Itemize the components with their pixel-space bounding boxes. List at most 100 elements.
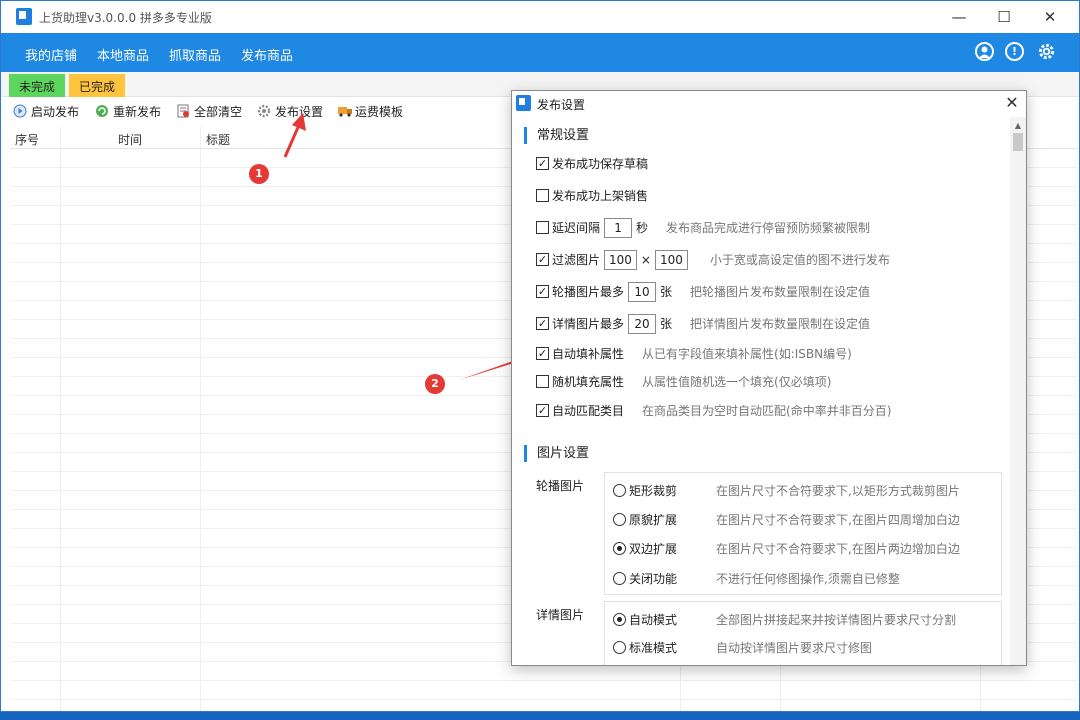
radio-rect-crop[interactable]: 矩形裁剪 在图片尺寸不合符要求下,以矩形方式裁剪图片 — [613, 481, 960, 501]
disable-hint: 不进行任何修图操作,须需自已修整 — [716, 572, 900, 586]
radio-standard-mode[interactable]: 标准模式 自动按详情图片要求尺寸修图 — [613, 638, 872, 658]
original-expand-radio[interactable] — [613, 513, 626, 526]
dialog-close-button[interactable]: ✕ — [1002, 93, 1022, 113]
carousel-max-input[interactable]: 10 — [628, 282, 657, 302]
carousel-max-unit: 张 — [660, 285, 673, 299]
list-sale-checkbox[interactable] — [536, 189, 549, 202]
col-title[interactable]: 标题 — [206, 131, 230, 148]
filter-height-input[interactable]: 100 — [654, 250, 688, 270]
start-publish-button[interactable]: 启动发布 — [13, 103, 79, 120]
col-time[interactable]: 时间 — [118, 131, 142, 148]
disable-label: 关闭功能 — [629, 572, 678, 586]
carousel-max-checkbox[interactable] — [536, 285, 549, 298]
main-window: 上货助理v3.0.0.0 拼多多专业版 — ☐ ✕ 我的店铺 本地商品 抓取商品… — [0, 0, 1080, 712]
rect-crop-radio[interactable] — [613, 484, 626, 497]
auto-mode-hint: 全部图片拼接起来并按详情图片要求尺寸分割 — [716, 613, 957, 627]
start-publish-label: 启动发布 — [31, 105, 80, 119]
minimize-button[interactable]: — — [936, 5, 982, 29]
opt-carousel-max[interactable]: 轮播图片最多10张 把轮播图片发布数量限制在设定值 — [536, 282, 870, 302]
delay-label: 延迟间隔 — [552, 221, 601, 235]
detail-max-input[interactable]: 20 — [628, 314, 657, 334]
publish-settings-label: 发布设置 — [275, 105, 324, 119]
shipping-template-button[interactable]: 运费模板 — [337, 103, 403, 120]
info-icon[interactable]: ! — [1005, 42, 1024, 61]
opt-filter[interactable]: 过滤图片100×100小于宽或高设定值的图不进行发布 — [536, 250, 890, 270]
opt-auto-category[interactable]: 自动匹配类目 在商品类目为空时自动匹配(命中率并非百分百) — [536, 401, 891, 421]
app-logo-icon — [16, 8, 32, 25]
user-icon[interactable] — [975, 42, 994, 61]
play-icon — [13, 104, 27, 118]
opt-auto-fill[interactable]: 自动填补属性 从已有字段值来填补属性(如:ISBN编号) — [536, 344, 852, 364]
menu-bar: 我的店铺 本地商品 抓取商品 发布商品 ! — [1, 33, 1079, 72]
save-draft-checkbox[interactable] — [536, 157, 549, 170]
tab-unfinished[interactable]: 未完成 — [9, 74, 66, 97]
section-image: 图片设置 — [524, 445, 589, 462]
carousel-radio-group: 矩形裁剪 在图片尺寸不合符要求下,以矩形方式裁剪图片 原貌扩展 在图片尺寸不合符要求… — [604, 472, 1002, 595]
filter-width-input[interactable]: 100 — [604, 250, 637, 270]
delay-checkbox[interactable] — [536, 221, 549, 234]
radio-double-expand[interactable]: 双边扩展 在图片尺寸不合符要求下,在图片两边增加白边 — [613, 539, 960, 559]
opt-delay[interactable]: 延迟间隔 1 秒 发布商品完成进行停留预防频繁被限制 — [536, 218, 870, 238]
menu-publish-products[interactable]: 发布商品 — [241, 45, 293, 64]
list-sale-label: 发布成功上架销售 — [552, 189, 649, 203]
dialog-app-icon — [516, 95, 531, 111]
scroll-thumb[interactable] — [1013, 133, 1023, 151]
auto-category-checkbox[interactable] — [536, 404, 549, 417]
delay-input[interactable]: 1 — [604, 218, 633, 238]
filter-hint: 小于宽或高设定值的图不进行发布 — [709, 253, 890, 267]
random-fill-hint: 从属性值随机选一个填充(仅必填项) — [642, 375, 832, 389]
filter-checkbox[interactable] — [536, 253, 549, 266]
menu-local-products[interactable]: 本地商品 — [97, 45, 149, 64]
rect-crop-label: 矩形裁剪 — [629, 484, 678, 498]
radio-disable[interactable]: 关闭功能 不进行任何修图操作,须需自已修整 — [613, 569, 900, 589]
maximize-button[interactable]: ☐ — [981, 5, 1027, 29]
dialog-title-bar: 发布设置 ✕ — [512, 91, 1026, 116]
column-divider — [200, 127, 201, 711]
refresh-icon — [95, 104, 109, 118]
filter-times: × — [640, 253, 651, 267]
original-expand-hint: 在图片尺寸不合符要求下,在图片四周增加白边 — [716, 513, 960, 527]
menu-grab-products[interactable]: 抓取商品 — [169, 45, 221, 64]
detail-max-unit: 张 — [660, 317, 673, 331]
scroll-up-arrow-icon[interactable]: ▲ — [1010, 119, 1026, 133]
auto-mode-radio[interactable] — [613, 613, 626, 626]
clear-icon — [176, 104, 190, 118]
annotation-badge-2: 2 — [425, 374, 445, 394]
standard-mode-radio[interactable] — [613, 641, 626, 654]
original-expand-label: 原貌扩展 — [629, 513, 678, 527]
auto-category-hint: 在商品类目为空时自动匹配(命中率并非百分百) — [642, 404, 892, 418]
republish-button[interactable]: 重新发布 — [95, 103, 161, 120]
clear-all-label: 全部清空 — [194, 105, 243, 119]
clear-all-button[interactable]: 全部清空 — [176, 103, 242, 120]
radio-original-expand[interactable]: 原貌扩展 在图片尺寸不合符要求下,在图片四周增加白边 — [613, 510, 960, 530]
gear-icon[interactable] — [1037, 42, 1056, 61]
disable-radio[interactable] — [613, 572, 626, 585]
double-expand-radio[interactable] — [613, 542, 626, 555]
dialog-scrollbar[interactable]: ▲ ▼ — [1010, 117, 1026, 665]
opt-random-fill[interactable]: 随机填充属性 从属性值随机选一个填充(仅必填项) — [536, 372, 831, 392]
opt-list-sale[interactable]: 发布成功上架销售 — [536, 186, 648, 206]
carousel-max-label: 轮播图片最多 — [552, 285, 625, 299]
detail-radio-group: 自动模式 全部图片拼接起来并按详情图片要求尺寸分割 标准模式 自动按详情图片要求尺寸… — [604, 601, 1002, 665]
column-divider — [60, 127, 61, 711]
menu-my-shop[interactable]: 我的店铺 — [25, 45, 77, 64]
opt-detail-max[interactable]: 详情图片最多20张 把详情图片发布数量限制在设定值 — [536, 314, 870, 334]
random-fill-label: 随机填充属性 — [552, 375, 625, 389]
detail-max-hint: 把详情图片发布数量限制在设定值 — [690, 317, 871, 331]
tab-finished[interactable]: 已完成 — [69, 74, 126, 97]
publish-settings-button[interactable]: 发布设置 — [257, 103, 323, 120]
section-general: 常规设置 — [524, 127, 589, 144]
dialog-title: 发布设置 — [537, 98, 586, 112]
detail-max-checkbox[interactable] — [536, 317, 549, 330]
settings-gear-icon — [257, 104, 271, 118]
close-button[interactable]: ✕ — [1027, 5, 1073, 29]
title-bar: 上货助理v3.0.0.0 拼多多专业版 — ☐ ✕ — [1, 1, 1079, 33]
opt-save-draft[interactable]: 发布成功保存草稿 — [536, 154, 648, 174]
standard-mode-label: 标准模式 — [629, 641, 678, 655]
radio-auto-mode[interactable]: 自动模式 全部图片拼接起来并按详情图片要求尺寸分割 — [613, 610, 956, 630]
col-index[interactable]: 序号 — [15, 131, 39, 148]
auto-fill-checkbox[interactable] — [536, 347, 549, 360]
rect-crop-hint: 在图片尺寸不合符要求下,以矩形方式裁剪图片 — [716, 484, 960, 498]
random-fill-checkbox[interactable] — [536, 375, 549, 388]
annotation-badge-1: 1 — [249, 164, 269, 184]
